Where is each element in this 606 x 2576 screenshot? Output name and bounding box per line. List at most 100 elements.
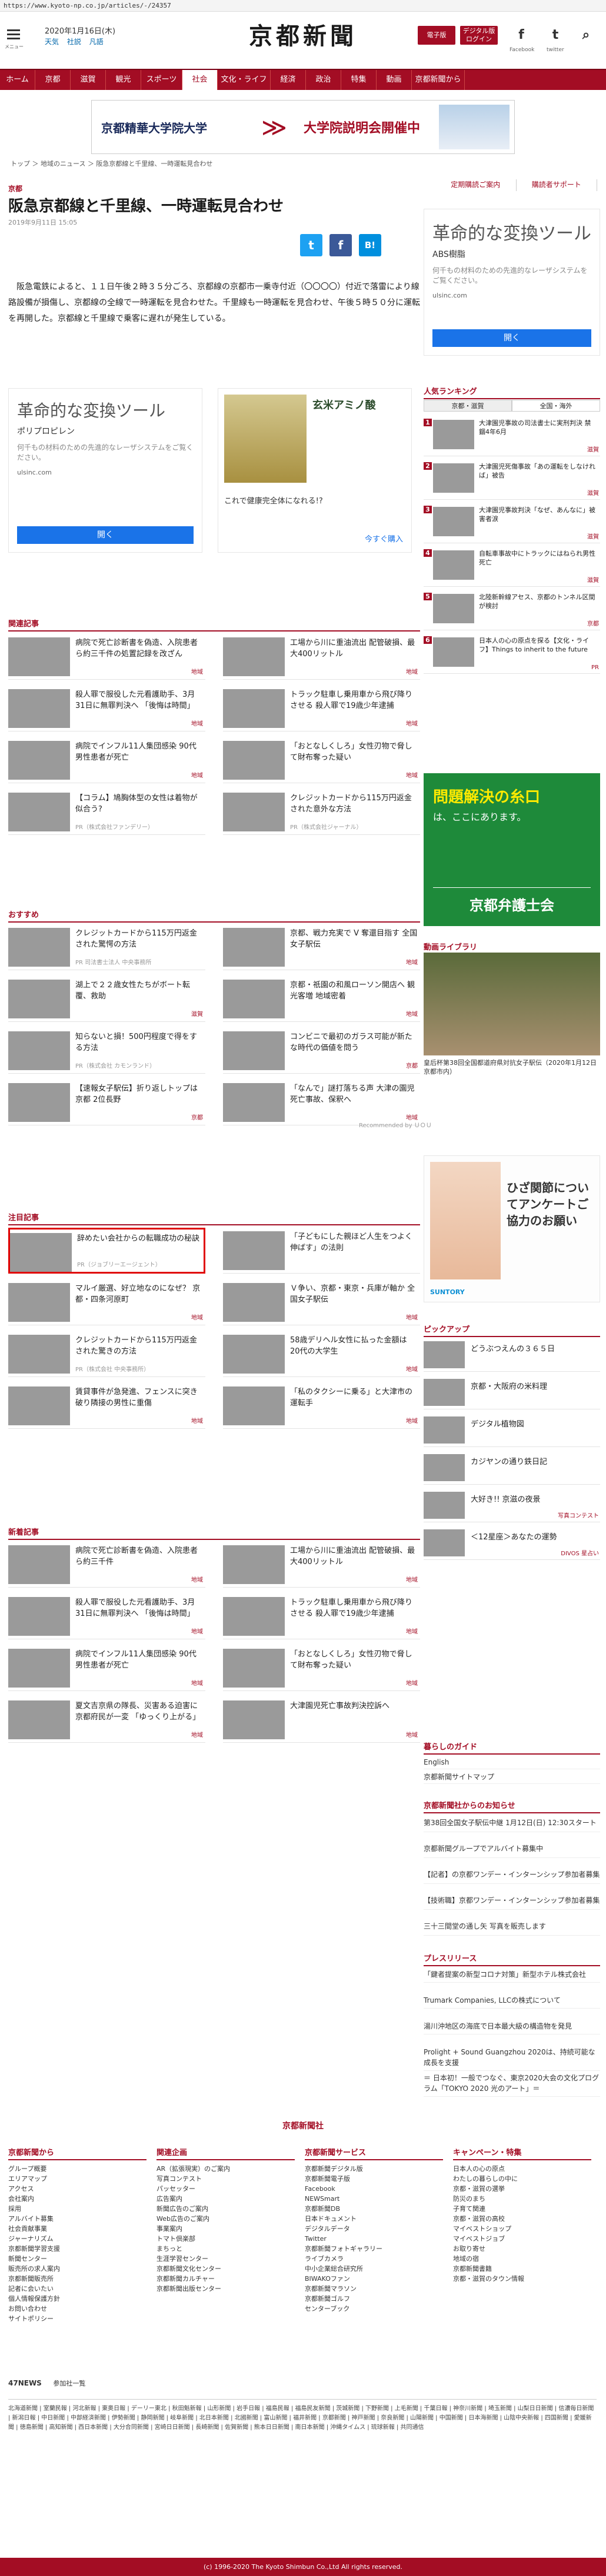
partner-newspapers[interactable]: 北海道新聞 | 室蘭民報 | 河北新報 | 東奥日報 | デーリー東北 | 秋田… xyxy=(8,2399,597,2433)
ebook-button[interactable]: 電子版 xyxy=(418,26,455,45)
digital-login-button[interactable]: デジタル版 ログイン xyxy=(460,26,498,45)
footer-link[interactable]: 中小企業総合研究所 xyxy=(305,2264,443,2274)
footer-link[interactable]: 京都・滋賀の高校 xyxy=(453,2214,591,2224)
related-card[interactable]: 工場から川に重油流出 配管破損、最大400リットル 地域 xyxy=(223,634,420,680)
ranking-item[interactable]: 3 大津園児事故判決「なぜ、あんなに」被害者涙 滋賀 xyxy=(424,503,600,543)
recommend-card[interactable]: コンビニで最初のガラス可能が新たな時代の価値を問う 京都 xyxy=(223,1028,420,1074)
footer-link[interactable]: アルバイト募集 xyxy=(8,2214,146,2224)
footer-link[interactable]: わたしの暮らしの中に xyxy=(453,2174,591,2184)
notice-card[interactable]: 「子どもにした親ほど人生をつよく伸ばす」の法則 xyxy=(223,1228,420,1274)
footer-link[interactable]: センターブック xyxy=(305,2304,443,2314)
latest-card[interactable]: トラック駐車し乗用車から飛び降りさせる 殺人罪で19歳少年逮捕 地域 xyxy=(223,1593,420,1639)
footer-link[interactable]: エリアマップ xyxy=(8,2174,146,2184)
latest-card[interactable]: 病院で死亡診断書を偽造、入院患者ら約三千件 地域 xyxy=(8,1542,205,1588)
notice-card[interactable]: Ｖ争い、京都・東京・兵庫が軸か 全国女子駅伝 地域 xyxy=(223,1279,420,1325)
mid-ad-left-open-button[interactable]: 開く xyxy=(17,526,194,544)
notice-card[interactable]: クレジットカードから115万円返金された驚きの方法 PR（株式会社 中央事務所） xyxy=(8,1331,205,1377)
article-section[interactable]: 京都 xyxy=(8,183,22,193)
footer-link[interactable]: 京都新聞DB xyxy=(305,2204,443,2214)
footer-link[interactable]: 京都新聞文化センター xyxy=(157,2264,295,2274)
latest-card[interactable]: 殺人罪で服役した元看護助手、3月31日に無罪判決へ 「後悔は時間」 地域 xyxy=(8,1593,205,1639)
nav-item-2[interactable]: 滋賀 xyxy=(71,70,106,90)
ranking-item[interactable]: 1 大津園児事故の司法書士に実刑判決 禁錮4年6月 滋賀 xyxy=(424,416,600,456)
pickup-item[interactable]: ＜12星座＞あなたの運勢 DIVOS 星占い xyxy=(424,1526,600,1560)
share-facebook-icon[interactable]: f xyxy=(329,234,352,256)
footer-link[interactable]: ジャーナリズム xyxy=(8,2234,146,2244)
pickup-item[interactable]: 大好き!! 京滋の夜景 写真コンテスト xyxy=(424,1488,600,1522)
footer-link[interactable]: 京都新聞出版センター xyxy=(157,2284,295,2294)
nav-item-11[interactable]: 京都新聞から xyxy=(412,70,465,90)
notice-card[interactable]: マルイ厳選、好立地なのになぜ？ 京都・四条河原町 地域 xyxy=(8,1279,205,1325)
recommend-card[interactable]: 京都、戦力充実で V 奪還目指す 全国女子駅伝 地域 xyxy=(223,924,420,970)
facebook-icon[interactable]: f xyxy=(512,26,531,45)
footer-link[interactable]: お取り寄せ xyxy=(453,2244,591,2254)
footer-link[interactable]: 京都新聞ゴルフ xyxy=(305,2294,443,2304)
footer-link[interactable]: 京都新聞マラソン xyxy=(305,2284,443,2294)
kn-notice-item[interactable]: 京都新聞グループでアルバイト募集中 xyxy=(424,1840,600,1858)
related-card[interactable]: クレジットカードから115万円返金された意外な方法 PR（株式会社ジャーナル） xyxy=(223,789,420,835)
footer-link[interactable]: 京都・滋賀のタウン情報 xyxy=(453,2274,591,2284)
pickup-item[interactable]: カジヤンの通り鉄日記 xyxy=(424,1451,600,1485)
footer-link[interactable]: デジタルデータ xyxy=(305,2224,443,2234)
pickup-item[interactable]: 京都・大阪府の米料理 xyxy=(424,1375,600,1409)
footer-link[interactable]: ライブカメラ xyxy=(305,2254,443,2264)
kn-notice-item[interactable]: 【技術職】京都ワンデー・インターンシップ参加者募集 xyxy=(424,1892,600,1910)
notice-card[interactable]: 58歳デリヘル女性に払った金額は 20代の大学生 地域 xyxy=(223,1331,420,1377)
mid-ad-left[interactable]: 革命的な変換ツール ポリプロピレン 何千もの材料のための先進的なレーザシステムを… xyxy=(8,388,202,553)
footer-link[interactable]: 販売所の求人案内 xyxy=(8,2264,146,2274)
footer-link[interactable]: 京都新聞電子版 xyxy=(305,2174,443,2184)
ranking-tab-national[interactable]: 全国・海外 xyxy=(512,400,600,412)
footer-link[interactable]: 地域の宿 xyxy=(453,2254,591,2264)
press-item[interactable]: Prolight + Sound Guangzhou 2020は、持続可能な成長… xyxy=(424,2044,600,2071)
breadcrumb[interactable]: トップ ＞ 地域のニュース ＞ 阪急京都線と千里線、一時運転見合わせ xyxy=(11,159,212,168)
footer-link[interactable]: 採用 xyxy=(8,2204,146,2214)
nav-item-6[interactable]: 文化・ライフ xyxy=(218,70,271,90)
ranking-item[interactable]: 2 大津園児死傷事故「あの運転をしなければ」被告 滋賀 xyxy=(424,460,600,500)
footer-link[interactable]: AR（拡張現実）のご案内 xyxy=(157,2164,295,2174)
footer-link[interactable]: グループ概要 xyxy=(8,2164,146,2174)
footer-link[interactable]: 京都新聞デジタル版 xyxy=(305,2164,443,2174)
kn-notice-item[interactable]: 【記者】の京都ワンデー・インターンシップ参加者募集 xyxy=(424,1866,600,1884)
footer-link[interactable]: 社会貢献事業 xyxy=(8,2224,146,2234)
recommend-card[interactable]: 湖上で２２歳女性たちがボート転覆、救助 滋賀 xyxy=(8,976,205,1022)
footer-link[interactable]: 京都新聞販売所 xyxy=(8,2274,146,2284)
footer-link[interactable]: 記者に会いたい xyxy=(8,2284,146,2294)
side-ad-open-button[interactable]: 開く xyxy=(432,329,591,347)
footer-link[interactable]: トマト倶楽部 xyxy=(157,2234,295,2244)
latest-card[interactable]: 病院でインフル11人集団感染 90代男性患者が死亡 地域 xyxy=(8,1645,205,1691)
weather-link[interactable]: 天気 xyxy=(45,38,59,46)
footer-link[interactable]: 日本人の心の原点 xyxy=(453,2164,591,2174)
notice-card[interactable]: 「私のタクシーに乗る」と大津市の運転手 地域 xyxy=(223,1383,420,1429)
guide-sitemap-link[interactable]: 京都新聞サイトマップ xyxy=(424,1770,600,1784)
footer-link[interactable]: 写真コンテスト xyxy=(157,2174,295,2184)
press-item[interactable]: ＝ 日本初！一般でつなぐ、東京2020大会の文化プログラム「TOKYO 2020… xyxy=(424,2070,600,2097)
nav-item-1[interactable]: 京都 xyxy=(35,70,71,90)
footer-link[interactable]: 京都・滋賀の選挙 xyxy=(453,2184,591,2194)
footer-link[interactable]: 京都新聞書籍 xyxy=(453,2264,591,2274)
mid-ad-right[interactable]: 玄米アミノ酸 これで健康完全体になれる!? 今すぐ購入 xyxy=(218,388,412,553)
footer-link[interactable]: サイトポリシー xyxy=(8,2314,146,2324)
nav-item-10[interactable]: 動画 xyxy=(377,70,412,90)
footer-brand[interactable]: 京都新聞社 xyxy=(0,2120,606,2131)
editorial-link[interactable]: 社説 xyxy=(67,38,81,46)
guide-english-link[interactable]: English xyxy=(424,1755,600,1769)
notice-card[interactable]: 賃貸事件が急発進、フェンスに突き破り隣接の男性に重傷 地域 xyxy=(8,1383,205,1429)
footer-link[interactable]: 京都新聞カルチャー xyxy=(157,2274,295,2284)
lawyer-ad[interactable]: 問題解決の糸口 は、ここにあります。 京都弁護士会 xyxy=(424,773,600,926)
footer-link[interactable]: 防災のまち xyxy=(453,2194,591,2204)
top-banner-ad[interactable]: 京都精華大学院大学 ≫ 大学院説明会開催中 xyxy=(91,100,515,154)
side-ad[interactable]: 革命的な変換ツール ABS樹脂 何千もの材料のための先進的なレーザシステムをご覧… xyxy=(424,209,600,356)
site-logo[interactable]: 京都新聞 xyxy=(224,22,382,51)
footer-link[interactable]: 京都新聞フォトギャラリー xyxy=(305,2244,443,2254)
press-item[interactable]: 「鍵者提案の新型コロナ対策」新型ホテル株式会社 xyxy=(424,1967,600,1983)
related-card[interactable]: 殺人罪で服役した元看護助手、3月31日に無罪判決へ 「後悔は時間」 地域 xyxy=(8,686,205,731)
related-card[interactable]: 病院でインフル11人集団感染 90代男性患者が死亡 地域 xyxy=(8,737,205,783)
footer-link[interactable]: 事業案内 xyxy=(157,2224,295,2234)
nav-item-4[interactable]: スポーツ xyxy=(141,70,182,90)
kn-notice-item[interactable]: 第38回全国女子駅伝中継 1月12日(日) 12:30スタート xyxy=(424,1814,600,1832)
recommend-card[interactable]: クレジットカードから115万円返金された驚愕の方法 PR 司法書士法人 中央事務所 xyxy=(8,924,205,970)
ranking-item[interactable]: 5 北陸新幹線アセス、京都のトンネル区間が検討 京都 xyxy=(424,590,600,630)
menu-icon[interactable] xyxy=(7,29,20,40)
footer-link[interactable]: Web広告のご案内 xyxy=(157,2214,295,2224)
footer-link[interactable]: お問い合わせ xyxy=(8,2304,146,2314)
